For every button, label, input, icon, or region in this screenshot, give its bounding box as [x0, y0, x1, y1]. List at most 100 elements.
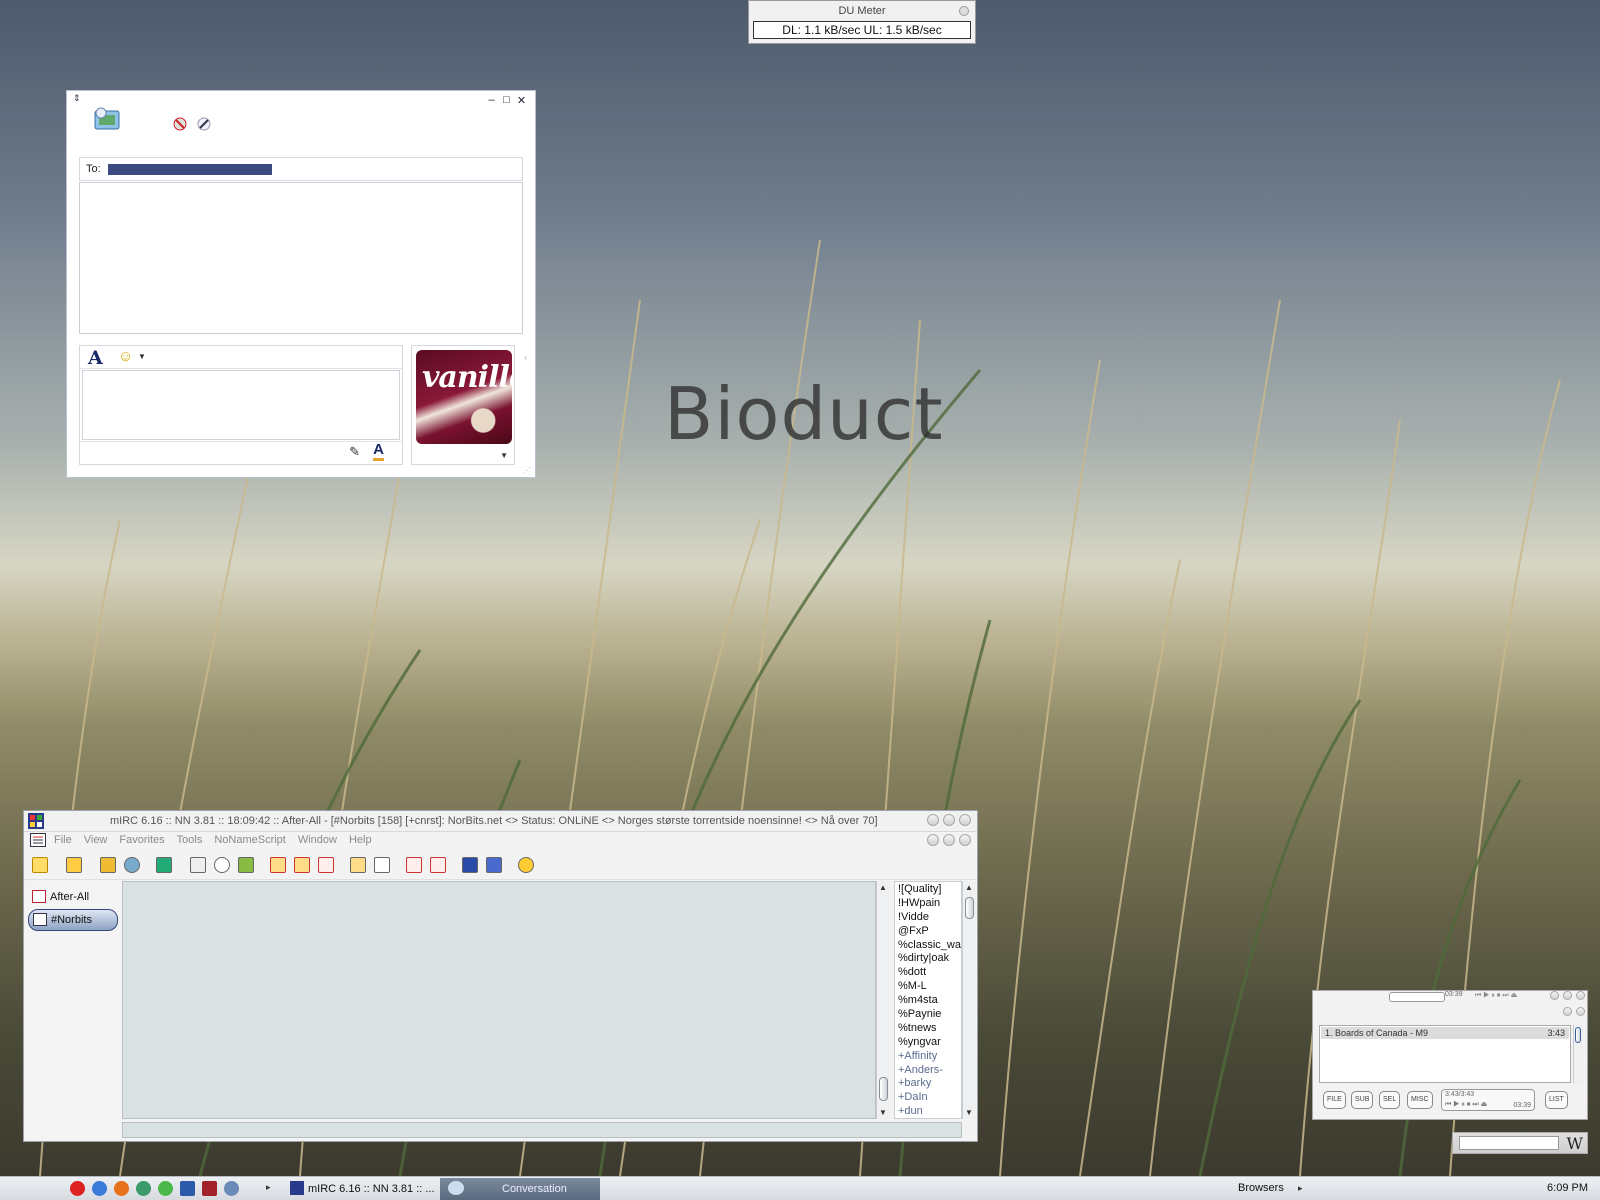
timer-icon[interactable] — [214, 857, 230, 873]
mini-transport-icons[interactable]: ⏮ ▶ ⏸ ⏹ ⏭ ⏏ — [1475, 991, 1517, 1000]
scripts-editor-icon[interactable] — [156, 857, 172, 873]
sel-button[interactable]: SEL — [1379, 1091, 1401, 1109]
nick-item[interactable]: +dun — [895, 1104, 961, 1118]
options-icon[interactable] — [66, 857, 82, 873]
minimize-icon[interactable] — [927, 834, 939, 846]
close-icon[interactable] — [959, 6, 969, 16]
nick-item[interactable]: %yngvar — [895, 1035, 961, 1049]
chevron-right-icon[interactable]: ▸ — [266, 1182, 271, 1193]
chevron-down-icon[interactable]: ▼ — [138, 352, 146, 361]
window-menu-icon[interactable]: ⇕ — [73, 93, 81, 104]
dcc-chat-icon[interactable] — [318, 857, 334, 873]
close-icon[interactable]: ✕ — [516, 94, 527, 107]
url-catcher-icon[interactable] — [430, 857, 446, 873]
close-icon[interactable] — [959, 814, 971, 826]
nick-item[interactable]: %classic_war — [895, 938, 961, 952]
channel-input[interactable] — [122, 1122, 962, 1138]
nick-item[interactable]: @FxP — [895, 924, 961, 938]
menu-window[interactable]: Window — [298, 834, 337, 846]
mirc-app-icon[interactable] — [28, 813, 44, 829]
close-icon[interactable] — [1576, 991, 1585, 1000]
taskbar-button-conversation[interactable]: Conversation — [440, 1178, 600, 1200]
scroll-up-icon[interactable]: ▲ — [879, 883, 887, 892]
resize-grip-icon[interactable]: ⋰ — [523, 466, 531, 475]
scroll-down-icon[interactable]: ▼ — [879, 1108, 887, 1117]
channel-window-icon[interactable] — [30, 833, 46, 847]
menu-tools[interactable]: Tools — [177, 834, 203, 846]
restore-icon[interactable] — [943, 834, 955, 846]
nick-item[interactable]: +Anders- — [895, 1063, 961, 1077]
shade-icon[interactable] — [1563, 1007, 1572, 1016]
utorrent-icon[interactable] — [158, 1181, 173, 1196]
scrollbar-thumb[interactable] — [1575, 1027, 1581, 1043]
message-input[interactable] — [82, 370, 400, 440]
nick-item[interactable]: +Affinity — [895, 1049, 961, 1063]
player-seek-mini[interactable] — [1389, 992, 1445, 1002]
colors-icon[interactable] — [238, 857, 254, 873]
handwriting-icon[interactable]: ✎ — [349, 444, 360, 460]
conversation-history[interactable] — [79, 182, 523, 334]
wikipedia-logo[interactable]: W — [1567, 1134, 1583, 1153]
browsers-toolbar-label[interactable]: Browsers — [1238, 1182, 1284, 1194]
logs-icon[interactable] — [350, 857, 366, 873]
player-title-bar[interactable]: 03:39 ⏮ ▶ ⏸ ⏹ ⏭ ⏏ — [1313, 991, 1587, 1003]
shade-icon[interactable] — [1563, 991, 1572, 1000]
clock[interactable]: 6:09 PM — [1547, 1182, 1588, 1194]
switchbar-item-norbits[interactable]: #Norbits — [28, 909, 118, 931]
nick-item[interactable]: %Paynie — [895, 1007, 961, 1021]
scroll-down-icon[interactable]: ▼ — [965, 1108, 973, 1117]
to-field[interactable]: To: — [79, 157, 523, 181]
address-book-icon[interactable] — [190, 857, 206, 873]
close-icon[interactable] — [1576, 1007, 1585, 1016]
tile-windows-icon[interactable] — [462, 857, 478, 873]
wikipedia-search-input[interactable] — [1459, 1136, 1559, 1150]
nick-item[interactable]: %M-L — [895, 979, 961, 993]
document-icon[interactable] — [180, 1181, 195, 1196]
display-picture[interactable]: vanille — [416, 350, 512, 444]
minimize-icon[interactable] — [1550, 991, 1559, 1000]
messenger-icon[interactable] — [136, 1181, 151, 1196]
menu-favorites[interactable]: Favorites — [119, 834, 164, 846]
scrollbar-thumb[interactable] — [879, 1077, 888, 1101]
mirc-quicklaunch-icon[interactable] — [202, 1181, 217, 1196]
nick-item[interactable]: %dott — [895, 965, 961, 979]
playlist-scrollbar[interactable] — [1573, 1025, 1583, 1083]
nick-item[interactable]: %m4sta — [895, 993, 961, 1007]
scroll-up-icon[interactable]: ▲ — [965, 883, 973, 892]
misc-button[interactable]: MISC — [1407, 1091, 1433, 1109]
contacts-icon[interactable] — [91, 105, 123, 135]
menu-nonamescript[interactable]: NoNameScript — [214, 834, 286, 846]
get-file-icon[interactable] — [294, 857, 310, 873]
font-icon[interactable]: A — [88, 347, 103, 369]
nick-item[interactable]: ![Quality] — [895, 882, 961, 896]
nicklist-scrollbar[interactable]: ▲ ▼ — [962, 881, 976, 1119]
notify-list-icon[interactable] — [374, 857, 390, 873]
close-icon[interactable] — [959, 834, 971, 846]
internet-explorer-icon[interactable] — [92, 1181, 107, 1196]
playlist-item[interactable]: 1. Boards of Canada - M9 3:43 — [1321, 1027, 1569, 1039]
nick-item[interactable]: !HWpain — [895, 896, 961, 910]
nick-item[interactable]: +DaIn — [895, 1090, 961, 1104]
chevron-right-icon[interactable]: ▸ — [1298, 1183, 1303, 1194]
network-icon[interactable] — [224, 1181, 239, 1196]
channel-text-area[interactable] — [122, 881, 876, 1119]
minimize-icon[interactable]: – — [486, 94, 497, 107]
chevron-left-icon[interactable]: ‹ — [524, 353, 527, 362]
nick-item[interactable]: %tnews — [895, 1021, 961, 1035]
notify-icon[interactable] — [406, 857, 422, 873]
playlist[interactable]: 1. Boards of Canada - M9 3:43 — [1319, 1025, 1571, 1083]
taskbar-button-mirc[interactable]: mIRC 6.16 :: NN 3.81 :: ... — [286, 1178, 438, 1200]
mirc-title-bar[interactable]: mIRC 6.16 :: NN 3.81 :: 18:09:42 :: Afte… — [24, 811, 977, 832]
list-button[interactable]: LIST — [1545, 1091, 1568, 1109]
send-file-icon[interactable] — [270, 857, 286, 873]
nick-item[interactable]: !Vidde — [895, 910, 961, 924]
file-button[interactable]: FILE — [1323, 1091, 1346, 1109]
nick-item[interactable]: +barky — [895, 1076, 961, 1090]
chevron-down-icon[interactable]: ▼ — [500, 451, 508, 460]
connect-icon[interactable] — [32, 857, 48, 873]
ink-font-icon[interactable]: A — [373, 442, 384, 461]
sub-button[interactable]: SUB — [1351, 1091, 1374, 1109]
firefox-icon[interactable] — [114, 1181, 129, 1196]
maximize-icon[interactable]: □ — [501, 94, 512, 107]
channel-scrollbar[interactable]: ▲ ▼ — [876, 881, 890, 1119]
